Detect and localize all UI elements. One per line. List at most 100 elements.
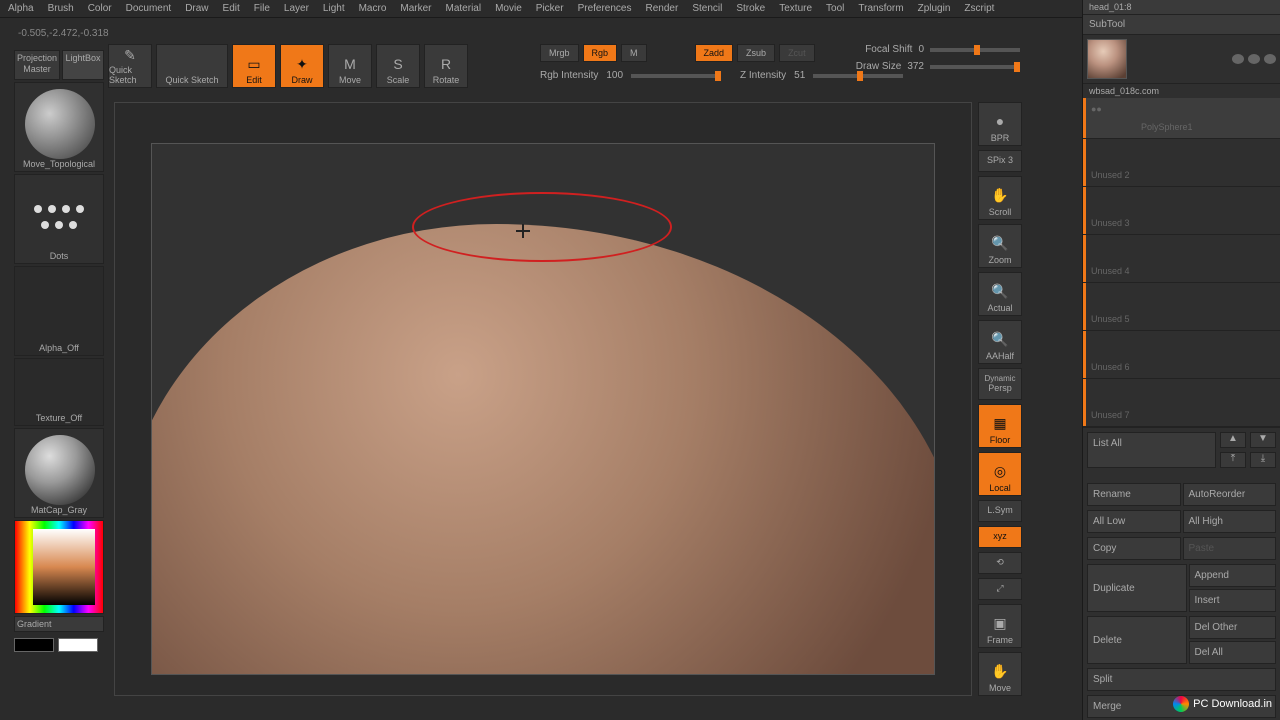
subtool-slot-unused[interactable]: Unused 6 [1083,331,1280,379]
sphere-icon: ● [996,109,1004,133]
m-toggle[interactable]: M [621,44,647,62]
subtool-item-head[interactable] [1083,35,1280,84]
stroke-thumbnail[interactable]: Dots [14,174,104,264]
quick-sketch-button[interactable]: ✎Quick Sketch [108,44,152,88]
frame-icon: ▣ [993,611,1006,635]
focal-shift-slider[interactable]: Focal Shift0 [856,44,1020,55]
menu-file[interactable]: File [254,3,270,14]
copy-button[interactable]: Copy [1087,537,1181,560]
menu-macro[interactable]: Macro [359,3,387,14]
menu-zplugin[interactable]: Zplugin [918,3,951,14]
insert-button[interactable]: Insert [1189,589,1277,612]
del-other-button[interactable]: Del Other [1189,616,1277,639]
subtool-header[interactable]: SubTool [1083,15,1280,35]
alpha-thumbnail[interactable]: Alpha_Off [14,266,104,356]
menu-stroke[interactable]: Stroke [736,3,765,14]
lightbox-button[interactable]: LightBox [62,50,104,80]
rename-button[interactable]: Rename [1087,483,1181,506]
subtool-slot-unused[interactable]: Unused 5 [1083,283,1280,331]
axis-button[interactable]: ⟲ [978,552,1022,574]
brush-thumbnail[interactable]: Move_Topological [14,82,104,172]
menu-zscript[interactable]: Zscript [964,3,994,14]
draw-button[interactable]: ✦Draw [280,44,324,88]
all-high-button[interactable]: All High [1183,510,1277,533]
zoom-button[interactable]: 🔍Zoom [978,224,1022,268]
menu-movie[interactable]: Movie [495,3,522,14]
nav-move-button[interactable]: ✋Move [978,652,1022,696]
local-icon: ◎ [994,459,1006,483]
menu-material[interactable]: Material [446,3,482,14]
menu-edit[interactable]: Edit [223,3,240,14]
move-up-button[interactable]: ▲ [1220,432,1246,448]
zsub-toggle[interactable]: Zsub [737,44,775,62]
local-button[interactable]: ◎Local [978,452,1022,496]
menu-texture[interactable]: Texture [779,3,812,14]
zcut-toggle[interactable]: Zcut [779,44,815,62]
menu-render[interactable]: Render [646,3,679,14]
rgb-toggle[interactable]: Rgb [583,44,618,62]
actual-button[interactable]: 🔍Actual [978,272,1022,316]
bpr-button[interactable]: ●BPR [978,102,1022,146]
subtool-item-polysphere[interactable]: ●● PolySphere1 [1083,98,1280,139]
list-all-button[interactable]: List All [1087,432,1216,468]
edit-button[interactable]: ▭Edit [232,44,276,88]
menu-color[interactable]: Color [88,3,112,14]
tool-header[interactable]: head_01:8 [1083,0,1280,15]
spix-readout[interactable]: SPix 3 [978,150,1022,172]
move-button[interactable]: MMove [328,44,372,88]
move-down-button[interactable]: ▼ [1250,432,1276,448]
lsym-button[interactable]: L.Sym [978,500,1022,522]
draw-size-slider[interactable]: Draw Size372 [856,61,1020,72]
menu-stencil[interactable]: Stencil [692,3,722,14]
rotate-button[interactable]: RRotate [424,44,468,88]
menu-layer[interactable]: Layer [284,3,309,14]
autoreorder-button[interactable]: AutoReorder [1183,483,1277,506]
menu-tool[interactable]: Tool [826,3,844,14]
subtool-slot-unused[interactable]: Unused 2 [1083,139,1280,187]
texture-thumbnail[interactable]: Texture_Off [14,358,104,426]
visibility-icons[interactable] [1232,54,1276,64]
duplicate-button[interactable]: Duplicate [1087,564,1187,612]
subtool-slot-unused[interactable]: Unused 7 [1083,379,1280,427]
menu-transform[interactable]: Transform [858,3,903,14]
menu-document[interactable]: Document [126,3,172,14]
split-button[interactable]: Split [1087,668,1276,691]
sketch-icon: ✎ [124,45,136,65]
all-low-button[interactable]: All Low [1087,510,1181,533]
scroll-button[interactable]: ✋Scroll [978,176,1022,220]
menu-draw[interactable]: Draw [185,3,208,14]
paste-button[interactable]: Paste [1183,537,1277,560]
hand-icon: ✋ [991,183,1008,207]
move-up-end-button[interactable]: ⤒ [1220,452,1246,468]
zadd-toggle[interactable]: Zadd [695,44,734,62]
fit-button[interactable]: ⤢ [978,578,1022,600]
swatch-row[interactable] [14,638,104,652]
rgb-intensity-slider[interactable]: Rgb Intensity100 [540,70,721,81]
xyz-button[interactable]: xyz [978,526,1022,548]
right-panel: head_01:8 SubTool wbsad_018c.com ●● Poly… [1082,0,1280,720]
append-button[interactable]: Append [1189,564,1277,587]
viewport[interactable] [114,102,972,696]
quick-sketch-label[interactable]: Quick Sketch [156,44,228,88]
subtool-slot-unused[interactable]: Unused 4 [1083,235,1280,283]
menu-preferences[interactable]: Preferences [578,3,632,14]
menu-light[interactable]: Light [323,3,345,14]
gradient-toggle[interactable]: Gradient [14,616,104,632]
persp-button[interactable]: DynamicPersp [978,368,1022,400]
move-down-end-button[interactable]: ⤓ [1250,452,1276,468]
aahalf-button[interactable]: 🔍AAHalf [978,320,1022,364]
color-picker[interactable] [14,520,104,614]
menu-alpha[interactable]: Alpha [8,3,34,14]
menu-marker[interactable]: Marker [400,3,431,14]
floor-button[interactable]: ▦Floor [978,404,1022,448]
delete-button[interactable]: Delete [1087,616,1187,664]
menu-brush[interactable]: Brush [48,3,74,14]
mrgb-toggle[interactable]: Mrgb [540,44,579,62]
subtool-slot-unused[interactable]: Unused 3 [1083,187,1280,235]
scale-button[interactable]: SScale [376,44,420,88]
frame-button[interactable]: ▣Frame [978,604,1022,648]
material-thumbnail[interactable]: MatCap_Gray [14,428,104,518]
projection-master-button[interactable]: Projection Master [14,50,60,80]
menu-picker[interactable]: Picker [536,3,564,14]
del-all-button[interactable]: Del All [1189,641,1277,664]
